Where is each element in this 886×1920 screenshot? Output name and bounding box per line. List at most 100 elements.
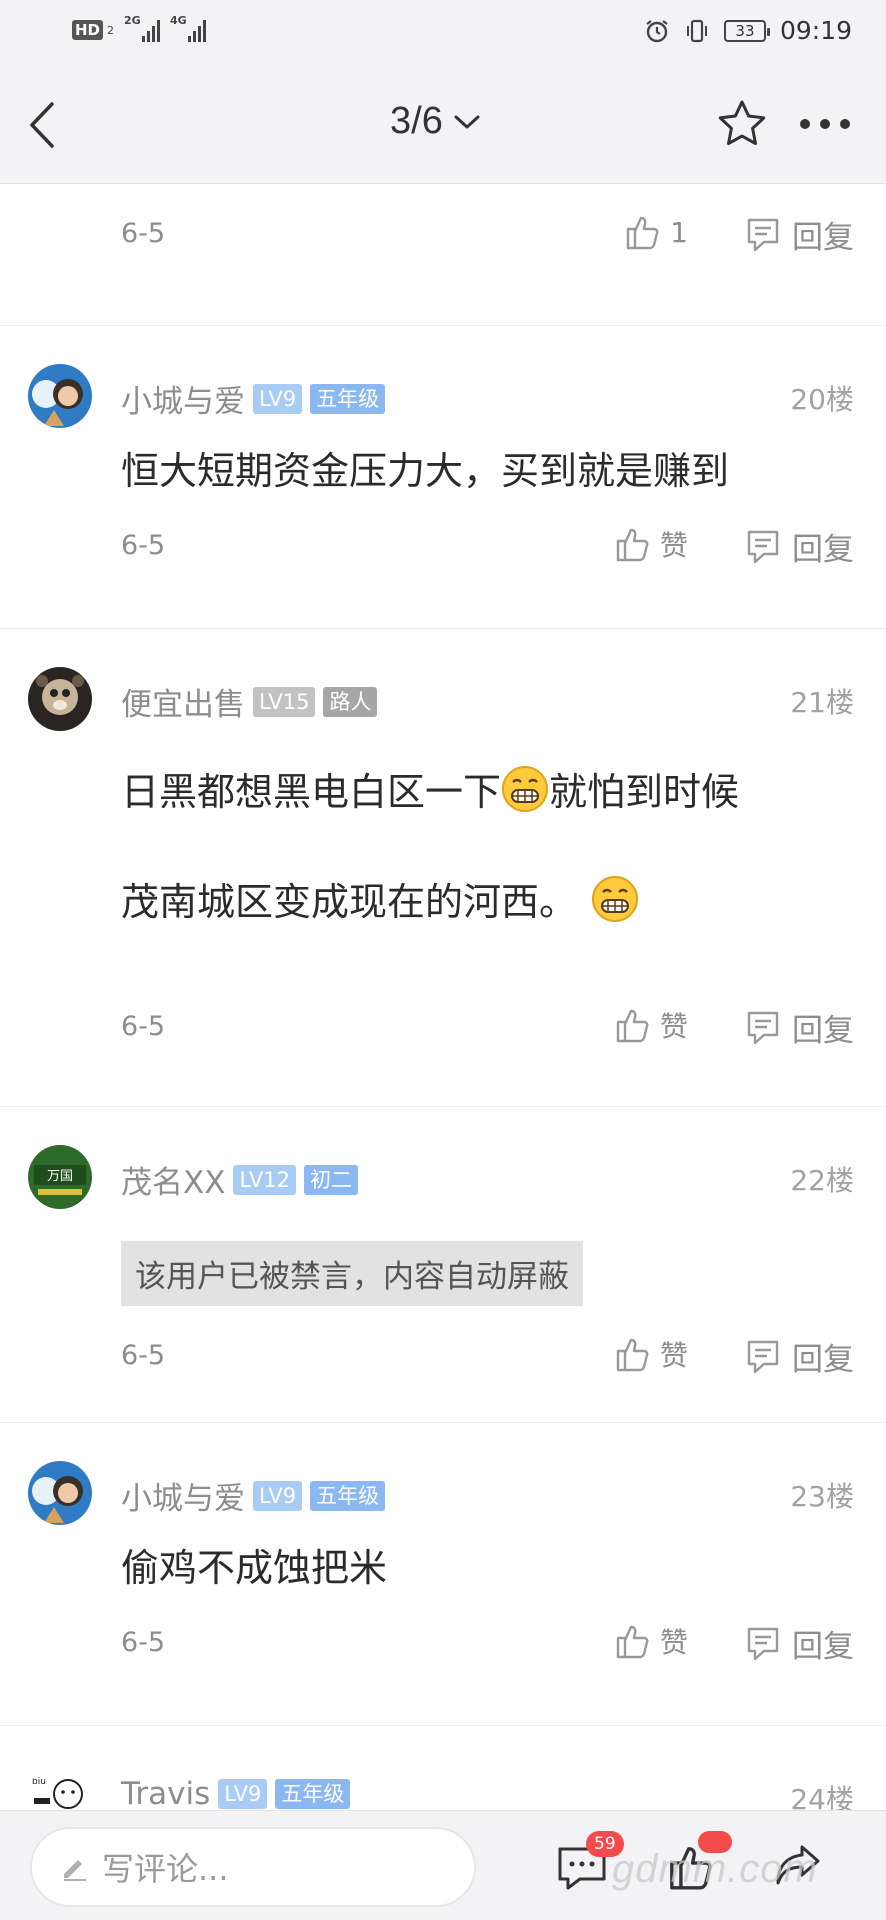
nav-bar: 3/6 (0, 64, 886, 184)
reply-icon (747, 530, 779, 563)
reply-label: 回复 (792, 1013, 854, 1049)
battery-icon: 33 (723, 19, 770, 42)
floor-number: 22楼 (790, 1164, 854, 1197)
thumbs-up-icon (616, 528, 649, 562)
reply-label: 回复 (792, 1342, 854, 1378)
favorite-button[interactable] (716, 98, 768, 150)
level-badge: LV15 (253, 686, 316, 717)
comment-actions: 6-5 赞 回复 (0, 1330, 886, 1390)
grade-badge: 五年级 (310, 1480, 386, 1511)
reply-label: 回复 (792, 220, 854, 256)
thumbs-up-icon (616, 1625, 649, 1659)
more-dot (820, 119, 830, 129)
reply-label: 回复 (792, 1629, 854, 1665)
comments-button[interactable]: 59 (556, 1831, 624, 1893)
reply-button[interactable]: 回复 (744, 1005, 854, 1050)
page-indicator-dropdown[interactable]: 3/6 (390, 100, 481, 143)
more-dot (800, 119, 810, 129)
comment-actions: 6-5 1 回复 (0, 208, 886, 268)
comment-line: 偷鸡不成蚀把米 (121, 1546, 388, 1590)
comment-line-2: 茂南城区变成现在的河西。 (121, 847, 886, 957)
username: 便宜出售 (121, 687, 245, 723)
comment-text: 日黑都想黑电白区一下 就怕到时候 茂南城区变成现在的河西。 (121, 737, 886, 957)
grin-emoji-icon (592, 876, 639, 922)
thumbs-up-icon (616, 1009, 649, 1043)
grin-emoji-icon (502, 766, 549, 812)
like-label: 赞 (659, 529, 688, 562)
alarm-icon (646, 19, 668, 42)
username-row[interactable]: 茂名XX LV12 初二 (121, 1157, 358, 1202)
floor-number: 23楼 (790, 1480, 854, 1513)
level-badge: LV12 (233, 1164, 296, 1195)
hd-sub: 2 (107, 23, 115, 37)
comment-line-1: 日黑都想黑电白区一下 就怕到时候 (121, 737, 886, 847)
reply-button[interactable]: 回复 (744, 1334, 854, 1379)
network-type-1: 2G (124, 14, 141, 27)
clock: 09:19 (779, 16, 852, 45)
reply-button[interactable]: 回复 (744, 1621, 854, 1666)
more-button[interactable] (800, 116, 860, 132)
comment-date: 6-5 (121, 1627, 166, 1658)
back-button[interactable] (24, 100, 64, 150)
avatar[interactable] (28, 1461, 92, 1525)
reply-icon (747, 1340, 779, 1373)
like-button[interactable]: 赞 (612, 524, 688, 564)
comment-item: 小城与爱 LV9 五年级 20楼 恒大短期资金压力大，买到就是赚到 6-5 赞 … (0, 326, 886, 629)
like-button[interactable]: 赞 (612, 1005, 688, 1045)
thumbs-up-icon (616, 1338, 649, 1372)
comment-header: 小城与爱 LV9 五年级 20楼 (0, 364, 886, 428)
comment-actions: 6-5 赞 回复 (0, 1001, 886, 1061)
page-indicator: 3/6 (390, 100, 443, 142)
comment-actions: 6-5 赞 回复 (0, 1617, 886, 1677)
username: 茂名XX (121, 1165, 226, 1201)
like-count: 1 (670, 215, 688, 249)
hd-indicator: HD (72, 20, 104, 40)
status-right: 33 09:19 (644, 16, 852, 45)
comment-date: 6-5 (121, 1340, 166, 1371)
comment-input[interactable]: 写评论... (30, 1827, 476, 1907)
comment-line: 日黑都想黑电白区一下 (121, 770, 502, 814)
username-row[interactable]: 小城与爱 LV9 五年级 (121, 376, 386, 421)
comment-date: 6-5 (121, 1011, 166, 1042)
comment-actions: 6-5 赞 回复 (0, 520, 886, 580)
banned-notice-wrap: 该用户已被禁言，内容自动屏蔽 (0, 1241, 886, 1306)
comment-header: 便宜出售 LV15 路人 21楼 (0, 667, 886, 731)
comment-feed: 6-5 1 回复 小城与爱 LV9 五年级 20楼 恒大短期资金压力大，买到就是… (0, 184, 886, 1846)
grade-badge: 五年级 (275, 1779, 351, 1809)
like-button[interactable]: 1 (622, 212, 688, 252)
username: 小城与爱 (121, 384, 245, 420)
reply-button[interactable]: 回复 (744, 524, 854, 569)
avatar[interactable] (28, 364, 92, 428)
level-badge: LV9 (218, 1779, 268, 1809)
reply-icon (747, 218, 779, 251)
like-button[interactable]: 赞 (612, 1334, 688, 1374)
avatar[interactable] (28, 667, 92, 731)
like-label: 赞 (659, 1010, 688, 1043)
reply-button[interactable]: 回复 (744, 212, 854, 257)
star-icon (718, 100, 766, 145)
grade-badge: 路人 (323, 686, 378, 717)
grade-badge: 五年级 (310, 383, 386, 414)
comment-header: 小城与爱 LV9 五年级 23楼 (0, 1461, 886, 1525)
svg-text:biu: biu (32, 1777, 46, 1787)
level-badge: LV9 (253, 383, 303, 414)
banned-notice: 该用户已被禁言，内容自动屏蔽 (121, 1241, 583, 1306)
username-row[interactable]: Travis LV9 五年级 (121, 1776, 351, 1812)
grade-badge: 初二 (303, 1164, 358, 1195)
signal-icon-1: 2G (124, 14, 161, 42)
comment-item: 万国 茂名XX LV12 初二 22楼 该用户已被禁言，内容自动屏蔽 6-5 赞… (0, 1107, 886, 1423)
username-row[interactable]: 小城与爱 LV9 五年级 (121, 1473, 386, 1518)
comment-item-previous: 6-5 1 回复 (0, 208, 886, 326)
comment-date: 6-5 (121, 530, 166, 561)
back-arrow-icon (30, 102, 54, 148)
reply-label: 回复 (792, 532, 854, 568)
reply-icon (747, 1011, 779, 1044)
comment-date: 6-5 (121, 218, 166, 249)
avatar[interactable]: 万国 (28, 1145, 92, 1209)
comment-line: 就怕到时候 (549, 770, 740, 814)
username-row[interactable]: 便宜出售 LV15 路人 (121, 679, 378, 724)
signal-icon-2: 4G (170, 14, 207, 42)
level-badge: LV9 (253, 1480, 303, 1511)
like-button[interactable]: 赞 (612, 1621, 688, 1661)
comment-text: 恒大短期资金压力大，买到就是赚到 (121, 428, 886, 496)
